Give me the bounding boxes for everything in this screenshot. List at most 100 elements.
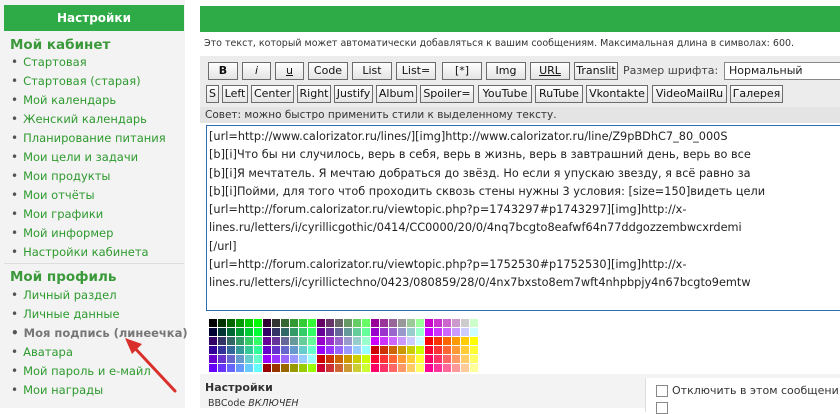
color-swatch[interactable] xyxy=(236,328,244,336)
color-swatch[interactable] xyxy=(443,364,451,372)
color-swatch[interactable] xyxy=(263,346,271,354)
color-swatch[interactable] xyxy=(290,328,298,336)
color-swatch[interactable] xyxy=(290,355,298,363)
color-swatch[interactable] xyxy=(254,364,262,372)
color-swatch[interactable] xyxy=(416,328,424,336)
color-swatch[interactable] xyxy=(335,346,343,354)
color-swatch[interactable] xyxy=(254,319,262,327)
color-swatch[interactable] xyxy=(362,364,370,372)
translit-button[interactable]: Translit xyxy=(574,62,618,80)
color-swatch[interactable] xyxy=(407,364,415,372)
color-swatch[interactable] xyxy=(398,355,406,363)
color-swatch[interactable] xyxy=(344,355,352,363)
color-swatch[interactable] xyxy=(245,328,253,336)
color-swatch[interactable] xyxy=(416,346,424,354)
color-swatch[interactable] xyxy=(218,337,226,345)
cabinet-menu-item[interactable]: • Женский календарь xyxy=(11,110,166,129)
color-swatch[interactable] xyxy=(425,355,433,363)
color-swatch[interactable] xyxy=(389,337,397,345)
gallery-button[interactable]: Галерея xyxy=(730,85,783,103)
color-swatch[interactable] xyxy=(209,319,217,327)
color-swatch[interactable] xyxy=(353,319,361,327)
color-swatch[interactable] xyxy=(425,328,433,336)
color-swatch[interactable] xyxy=(452,337,460,345)
color-swatch[interactable] xyxy=(407,355,415,363)
color-swatch[interactable] xyxy=(263,355,271,363)
color-swatch[interactable] xyxy=(362,346,370,354)
color-swatch[interactable] xyxy=(299,355,307,363)
color-swatch[interactable] xyxy=(461,355,469,363)
color-swatch[interactable] xyxy=(461,346,469,354)
color-swatch[interactable] xyxy=(209,337,217,345)
color-swatch[interactable] xyxy=(317,346,325,354)
color-swatch[interactable] xyxy=(416,337,424,345)
color-swatch[interactable] xyxy=(218,364,226,372)
color-swatch[interactable] xyxy=(353,346,361,354)
color-swatch[interactable] xyxy=(425,364,433,372)
disable-checkbox[interactable] xyxy=(656,385,668,397)
list-equals-button[interactable]: List= xyxy=(396,62,436,80)
color-swatch[interactable] xyxy=(452,319,460,327)
color-swatch[interactable] xyxy=(416,364,424,372)
color-swatch[interactable] xyxy=(317,355,325,363)
color-swatch[interactable] xyxy=(353,355,361,363)
color-swatch[interactable] xyxy=(344,364,352,372)
color-swatch[interactable] xyxy=(398,337,406,345)
color-swatch[interactable] xyxy=(272,328,280,336)
color-swatch[interactable] xyxy=(335,319,343,327)
color-swatch[interactable] xyxy=(281,346,289,354)
color-swatch[interactable] xyxy=(299,319,307,327)
color-swatch[interactable] xyxy=(389,319,397,327)
videomailru-button[interactable]: VideoMailRu xyxy=(652,85,727,103)
color-swatch[interactable] xyxy=(299,364,307,372)
color-swatch[interactable] xyxy=(326,319,334,327)
color-swatch[interactable] xyxy=(254,337,262,345)
strike-button[interactable]: S xyxy=(206,85,219,103)
cabinet-menu-item[interactable]: • Планирование питания xyxy=(11,129,166,148)
color-swatch[interactable] xyxy=(461,364,469,372)
color-swatch[interactable] xyxy=(371,355,379,363)
color-swatch[interactable] xyxy=(326,337,334,345)
color-swatch[interactable] xyxy=(272,337,280,345)
color-swatch[interactable] xyxy=(380,364,388,372)
color-swatch[interactable] xyxy=(380,319,388,327)
color-swatch[interactable] xyxy=(218,319,226,327)
color-swatch[interactable] xyxy=(380,337,388,345)
cabinet-menu-item[interactable]: • Мой календарь xyxy=(11,91,166,110)
color-swatch[interactable] xyxy=(371,337,379,345)
color-swatch[interactable] xyxy=(362,328,370,336)
color-swatch[interactable] xyxy=(335,328,343,336)
color-swatch[interactable] xyxy=(281,337,289,345)
color-swatch[interactable] xyxy=(434,319,442,327)
color-swatch[interactable] xyxy=(299,328,307,336)
color-swatch[interactable] xyxy=(380,328,388,336)
color-swatch[interactable] xyxy=(326,355,334,363)
font-size-select[interactable]: Нормальный xyxy=(724,62,840,80)
color-swatch[interactable] xyxy=(299,337,307,345)
color-swatch[interactable] xyxy=(218,346,226,354)
color-swatch[interactable] xyxy=(218,328,226,336)
color-swatch[interactable] xyxy=(281,319,289,327)
spoiler-button[interactable]: Spoiler= xyxy=(420,85,474,103)
color-swatch[interactable] xyxy=(389,364,397,372)
color-swatch[interactable] xyxy=(362,337,370,345)
cabinet-menu-item[interactable]: • Настройки кабинета xyxy=(11,243,166,262)
color-swatch[interactable] xyxy=(281,328,289,336)
cabinet-menu-item[interactable]: • Стартовая xyxy=(11,53,166,72)
color-swatch[interactable] xyxy=(227,364,235,372)
underline-button[interactable]: u xyxy=(275,62,304,80)
color-swatch[interactable] xyxy=(380,346,388,354)
color-swatch[interactable] xyxy=(236,364,244,372)
list-button[interactable]: List xyxy=(352,62,392,80)
cabinet-menu-item[interactable]: • Мои цели и задачи xyxy=(11,148,166,167)
color-swatch[interactable] xyxy=(407,337,415,345)
color-swatch[interactable] xyxy=(461,319,469,327)
color-swatch[interactable] xyxy=(263,337,271,345)
color-swatch[interactable] xyxy=(272,319,280,327)
color-swatch[interactable] xyxy=(461,328,469,336)
color-swatch[interactable] xyxy=(434,355,442,363)
align-center-button[interactable]: Center xyxy=(251,85,294,103)
color-swatch[interactable] xyxy=(362,319,370,327)
profile-menu-item[interactable]: • Личные данные xyxy=(11,305,188,324)
color-swatch[interactable] xyxy=(353,364,361,372)
